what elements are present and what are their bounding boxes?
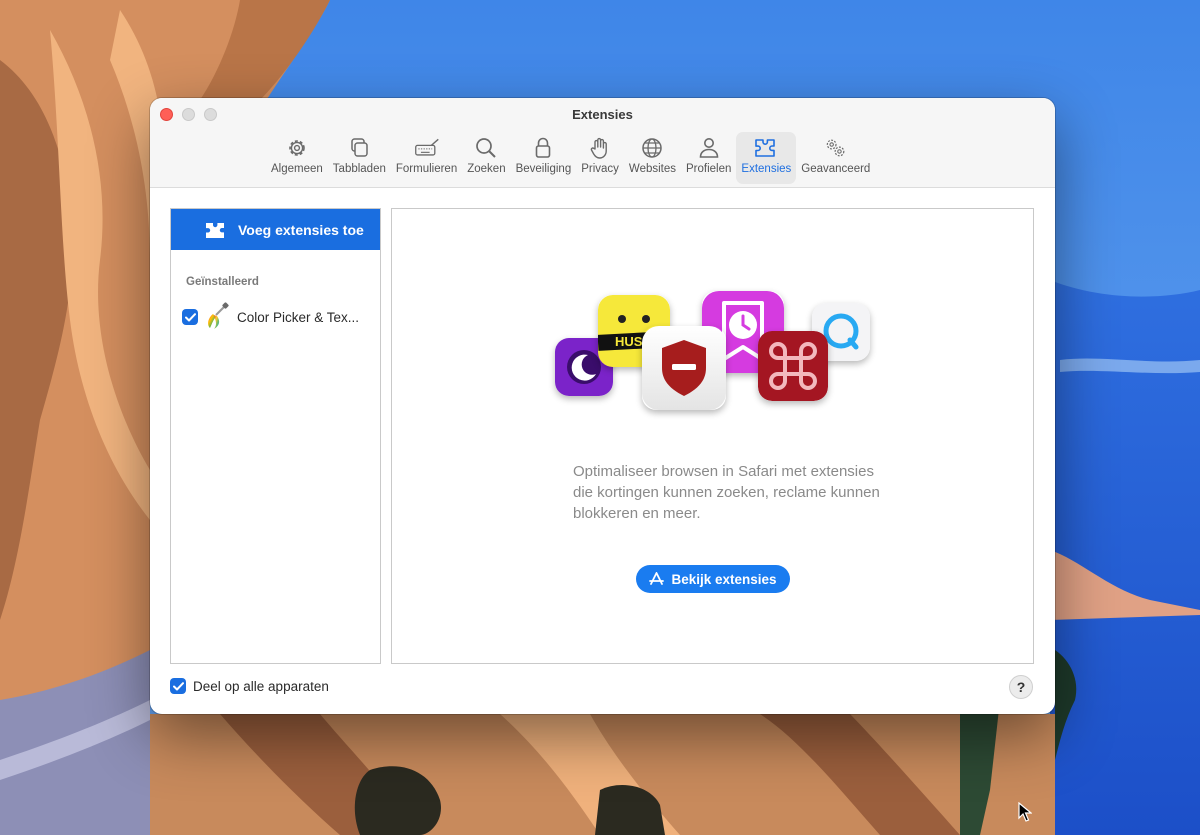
tab-geavanceerd[interactable]: Geavanceerd bbox=[796, 132, 875, 184]
add-extensions-button[interactable]: Voeg extensies toe bbox=[171, 209, 380, 250]
tab-label: Geavanceerd bbox=[801, 163, 871, 175]
tab-label: Algemeen bbox=[271, 163, 323, 175]
tab-tabbladen[interactable]: Tabbladen bbox=[328, 132, 391, 184]
mouse-cursor-icon bbox=[1018, 802, 1032, 822]
view-extensions-label: Bekijk extensies bbox=[671, 571, 777, 587]
tab-label: Extensies bbox=[741, 163, 792, 175]
tab-label: Websites bbox=[628, 163, 677, 175]
titlebar: Extensies Algemeen Tabbladen Formulieren… bbox=[150, 98, 1055, 188]
tab-label: Privacy bbox=[581, 163, 619, 175]
extension-enabled-checkbox[interactable] bbox=[182, 309, 198, 325]
lock-icon bbox=[536, 137, 551, 158]
checkmark-icon bbox=[184, 312, 196, 321]
tab-websites[interactable]: Websites bbox=[624, 132, 681, 184]
tab-label: Tabbladen bbox=[332, 163, 386, 175]
tab-label: Profielen bbox=[686, 163, 732, 175]
globe-icon bbox=[642, 138, 663, 158]
gears-icon bbox=[826, 139, 845, 157]
extension-name: Color Picker & Tex... bbox=[237, 309, 360, 325]
preferences-window: Extensies Algemeen Tabbladen Formulieren… bbox=[150, 98, 1055, 714]
shield-app-icon bbox=[642, 326, 726, 410]
tab-privacy[interactable]: Privacy bbox=[576, 132, 624, 184]
tab-label: Beveiliging bbox=[515, 163, 572, 175]
checkmark-icon bbox=[172, 681, 184, 690]
command-app-icon bbox=[758, 331, 828, 401]
help-button[interactable]: ? bbox=[1009, 675, 1033, 699]
keyboard-pen-icon bbox=[414, 138, 439, 156]
tab-zoeken[interactable]: Zoeken bbox=[462, 132, 510, 184]
tab-beveiliging[interactable]: Beveiliging bbox=[511, 132, 577, 184]
puzzle-icon bbox=[206, 222, 224, 238]
list-item[interactable]: Color Picker & Tex... bbox=[182, 302, 359, 332]
tab-algemeen[interactable]: Algemeen bbox=[266, 132, 328, 184]
tabs-icon bbox=[351, 138, 369, 157]
tab-extensies[interactable]: Extensies bbox=[736, 132, 797, 184]
extensions-info-panel: HUSH Optimaliseer browsen in Safari met … bbox=[391, 208, 1034, 664]
app-store-icon bbox=[649, 572, 665, 585]
share-across-devices[interactable]: Deel op alle apparaten bbox=[170, 678, 329, 694]
view-extensions-button[interactable]: Bekijk extensies bbox=[636, 565, 790, 593]
share-label: Deel op alle apparaten bbox=[193, 678, 329, 694]
tab-label: Zoeken bbox=[467, 163, 506, 175]
tab-profielen[interactable]: Profielen bbox=[681, 132, 736, 184]
person-icon bbox=[699, 138, 719, 158]
preferences-toolbar: Algemeen Tabbladen Formulieren Zoeken Be… bbox=[266, 132, 875, 184]
tab-formulieren[interactable]: Formulieren bbox=[391, 132, 462, 184]
installed-section-title: Geïnstalleerd bbox=[186, 276, 259, 288]
window-title: Extensies bbox=[572, 107, 633, 122]
puzzle-icon bbox=[755, 139, 776, 157]
hand-icon bbox=[590, 137, 607, 159]
search-icon bbox=[476, 138, 497, 158]
extensions-description: Optimaliseer browsen in Safari met exten… bbox=[573, 463, 880, 522]
tab-label: Formulieren bbox=[395, 163, 458, 175]
share-checkbox[interactable] bbox=[170, 678, 186, 694]
gear-icon bbox=[289, 140, 305, 156]
color-picker-icon bbox=[208, 302, 229, 329]
add-extensions-label: Voeg extensies toe bbox=[238, 221, 364, 238]
extensions-sidebar: Voeg extensies toe Geïnstalleerd Color P… bbox=[170, 208, 381, 664]
featured-extensions-icons: HUSH bbox=[552, 289, 882, 414]
